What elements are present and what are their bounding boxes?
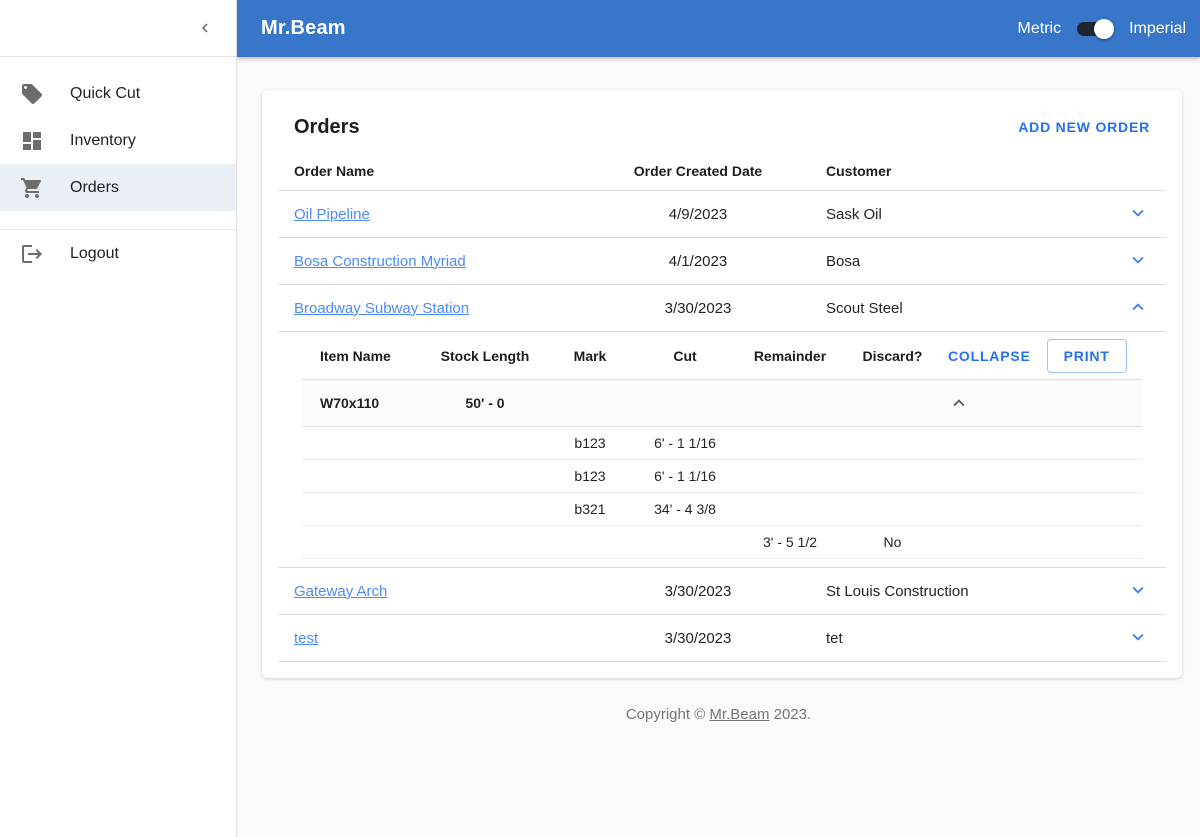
sidebar-nav: Quick Cut Inventory Orders Logout bbox=[0, 57, 236, 277]
order-name-link[interactable]: test bbox=[294, 630, 318, 647]
chevron-down-icon bbox=[1127, 626, 1149, 648]
print-button[interactable]: PRINT bbox=[1046, 338, 1127, 373]
metric-label: Metric bbox=[1017, 19, 1062, 37]
chevron-down-icon bbox=[1127, 202, 1149, 224]
column-header-customer: Customer bbox=[826, 162, 892, 179]
logout-icon bbox=[20, 242, 44, 266]
chevron-up-icon bbox=[1127, 296, 1149, 318]
cut-length: 34' - 4 3/8 bbox=[654, 501, 716, 517]
tag-icon bbox=[20, 82, 44, 106]
add-new-order-button[interactable]: ADD NEW ORDER bbox=[1010, 113, 1158, 141]
page-title: Orders bbox=[294, 115, 360, 138]
sidebar-item-orders[interactable]: Orders bbox=[0, 164, 236, 211]
order-customer: Bosa bbox=[826, 252, 861, 270]
column-header-mark: Mark bbox=[573, 347, 607, 364]
column-header-order-name: Order Name bbox=[294, 162, 375, 179]
sidebar-item-label: Quick Cut bbox=[70, 84, 141, 102]
order-customer: tet bbox=[826, 629, 843, 647]
copyright-prefix: Copyright © bbox=[625, 706, 706, 723]
sidebar-item-inventory[interactable]: Inventory bbox=[0, 117, 236, 164]
chevron-down-icon bbox=[1127, 249, 1149, 271]
order-row: Gateway Arch 3/30/2023 St Louis Construc… bbox=[278, 568, 1166, 615]
column-header-cut: Cut bbox=[673, 347, 697, 364]
chevron-down-icon bbox=[1127, 579, 1149, 601]
orders-table-header: Order Name Order Created Date Customer bbox=[278, 151, 1166, 191]
sidebar-item-label: Logout bbox=[70, 244, 119, 262]
switch-thumb bbox=[1094, 18, 1115, 39]
column-header-stock-length: Stock Length bbox=[440, 347, 530, 364]
app-bar: Mr.Beam Metric Imperial bbox=[237, 0, 1200, 57]
cut-mark: b321 bbox=[574, 501, 606, 517]
order-row-expanded: Broadway Subway Station 3/30/2023 Scout … bbox=[278, 285, 1166, 332]
item-stock-length: 50' - 0 bbox=[465, 395, 505, 411]
order-name-link[interactable]: Broadway Subway Station bbox=[294, 300, 469, 317]
sidebar-collapse-button[interactable] bbox=[192, 15, 218, 41]
expand-row-button[interactable] bbox=[1125, 200, 1151, 226]
shopping-cart-icon bbox=[20, 176, 44, 200]
app-title: Mr.Beam bbox=[261, 17, 346, 39]
order-created-date: 4/9/2023 bbox=[668, 205, 728, 223]
cut-row: b123 6' - 1 1/16 bbox=[302, 460, 1142, 493]
sidebar-item-quick-cut[interactable]: Quick Cut bbox=[0, 70, 236, 117]
copyright-suffix: 2023. bbox=[773, 706, 812, 723]
remainder-value: 3' - 5 1/2 bbox=[762, 534, 818, 550]
order-name-link[interactable]: Bosa Construction Myriad bbox=[294, 253, 466, 270]
order-name-link[interactable]: Gateway Arch bbox=[294, 583, 387, 600]
order-customer: Sask Oil bbox=[826, 205, 882, 223]
cut-mark: b123 bbox=[574, 468, 606, 484]
order-customer: Scout Steel bbox=[826, 299, 903, 317]
order-row: test 3/30/2023 tet bbox=[278, 615, 1166, 662]
footer-brand-link[interactable]: Mr.Beam bbox=[709, 706, 769, 723]
chevron-left-icon bbox=[196, 19, 214, 37]
order-row: Oil Pipeline 4/9/2023 Sask Oil bbox=[278, 191, 1166, 238]
collapse-item-button[interactable] bbox=[946, 390, 972, 416]
remainder-row: 3' - 5 1/2 No bbox=[302, 526, 1142, 559]
cut-length: 6' - 1 1/16 bbox=[654, 468, 716, 484]
orders-card: Orders ADD NEW ORDER Order Name Order Cr… bbox=[262, 90, 1182, 678]
chevron-up-icon bbox=[948, 392, 970, 414]
footer: Copyright © Mr.Beam 2023. bbox=[237, 706, 1200, 723]
detail-item-row: W70x110 50' - 0 bbox=[302, 380, 1142, 427]
sidebar: Quick Cut Inventory Orders Logout bbox=[0, 0, 237, 837]
order-created-date: 3/30/2023 bbox=[664, 582, 732, 600]
discard-value: No bbox=[883, 534, 902, 550]
main-content: Orders ADD NEW ORDER Order Name Order Cr… bbox=[237, 57, 1200, 837]
detail-table-header: Item Name Stock Length Mark Cut Remainde… bbox=[302, 332, 1142, 380]
sidebar-item-label: Orders bbox=[70, 178, 119, 196]
cut-row: b321 34' - 4 3/8 bbox=[302, 493, 1142, 526]
column-header-created-date: Order Created Date bbox=[633, 162, 763, 179]
expand-row-button[interactable] bbox=[1125, 577, 1151, 603]
dashboard-icon bbox=[20, 129, 44, 153]
sidebar-item-logout[interactable]: Logout bbox=[0, 230, 236, 277]
order-customer: St Louis Construction bbox=[826, 582, 969, 600]
expand-row-button[interactable] bbox=[1125, 247, 1151, 273]
column-header-remainder: Remainder bbox=[753, 347, 827, 364]
order-row: Bosa Construction Myriad 4/1/2023 Bosa bbox=[278, 238, 1166, 285]
sidebar-header bbox=[0, 0, 236, 57]
order-created-date: 3/30/2023 bbox=[664, 629, 732, 647]
order-created-date: 4/1/2023 bbox=[668, 252, 728, 270]
order-detail-panel: Item Name Stock Length Mark Cut Remainde… bbox=[278, 332, 1166, 568]
sidebar-item-label: Inventory bbox=[70, 131, 136, 149]
cut-length: 6' - 1 1/16 bbox=[654, 435, 716, 451]
cut-row: b123 6' - 1 1/16 bbox=[302, 427, 1142, 460]
cut-mark: b123 bbox=[574, 435, 606, 451]
unit-toggle: Metric Imperial bbox=[1017, 18, 1186, 39]
column-header-discard: Discard? bbox=[862, 347, 923, 364]
collapse-button[interactable]: COLLAPSE bbox=[940, 342, 1039, 370]
order-created-date: 3/30/2023 bbox=[664, 299, 732, 317]
collapse-row-button[interactable] bbox=[1125, 294, 1151, 320]
order-name-link[interactable]: Oil Pipeline bbox=[294, 206, 370, 223]
column-header-item-name: Item Name bbox=[320, 347, 391, 364]
expand-row-button[interactable] bbox=[1125, 624, 1151, 650]
unit-switch[interactable] bbox=[1076, 18, 1115, 39]
orders-table: Order Name Order Created Date Customer O… bbox=[262, 151, 1182, 662]
item-name: W70x110 bbox=[320, 395, 380, 411]
imperial-label: Imperial bbox=[1129, 19, 1186, 37]
